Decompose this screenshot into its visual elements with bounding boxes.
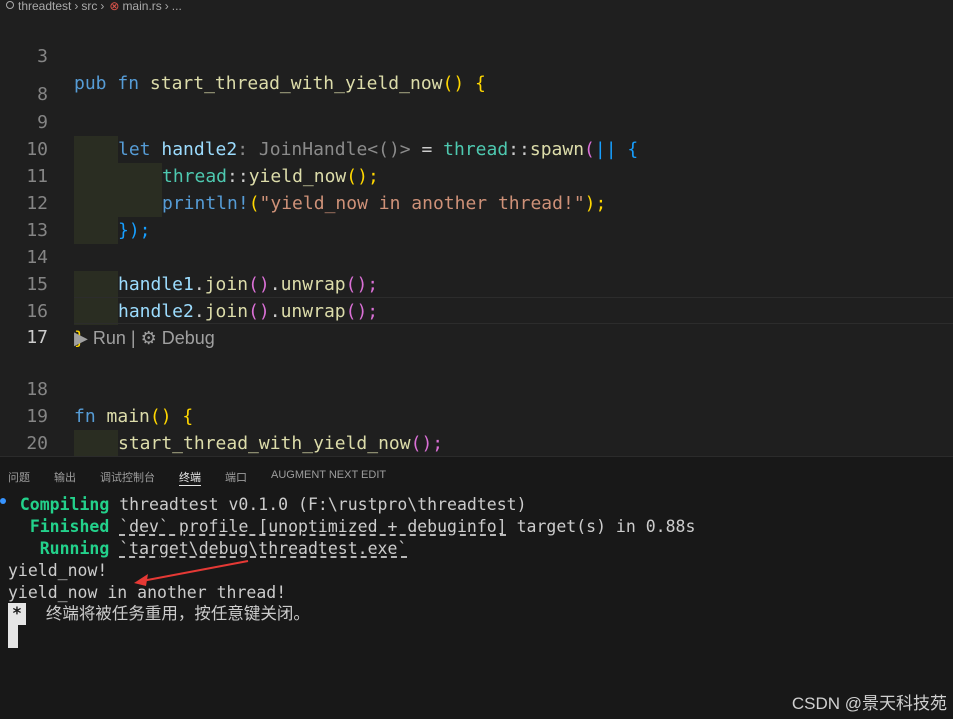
code-line-19: 19 start_thread_with_yield_now(); <box>0 376 953 456</box>
code-line-10: 10 thread::yield_now(); <box>0 109 953 190</box>
rust-file-icon: ⊗ <box>109 0 120 13</box>
code-line-16: 16 } <box>26 301 85 349</box>
play-icon: ▶ <box>74 328 88 348</box>
code-editor[interactable]: threadtest›src›⊗main.rs›... 7 .}); 3 pub… <box>0 0 953 456</box>
code-line-9: 9 let handle2: JoinHandle<()> = thread::… <box>0 82 953 163</box>
debug-codelens[interactable]: ⚙ Debug <box>141 328 215 348</box>
terminal-line-compiling: Compiling threadtest v0.1.0 (F:\rustpro\… <box>19 495 527 514</box>
task-reuse-badge: * <box>8 603 26 625</box>
terminal-line-finished: Finished `dev` profile [unoptimized + de… <box>29 517 696 536</box>
tab-terminal[interactable]: 终端 <box>179 469 201 486</box>
terminal-cursor <box>8 624 18 648</box>
terminal-output-line-2: yield_now in another thread! <box>8 583 287 602</box>
panel-tabs: 问题 输出 调试控制台 终端 端口 AUGMENT NEXT EDIT <box>0 457 953 493</box>
tab-debug-console[interactable]: 调试控制台 <box>100 469 155 485</box>
run-codelens[interactable]: ▶ Run <box>74 328 126 348</box>
terminal-output-line-1: yield_now! <box>8 561 108 580</box>
gear-icon: ⚙ <box>140 328 157 348</box>
code-line-18: 18 fn main() { <box>26 379 194 427</box>
code-line-13: 13 <box>26 220 48 241</box>
code-line-11: 11 println!("yield_now in another thread… <box>0 136 953 217</box>
breadcrumb-file[interactable]: main.rs <box>122 0 161 12</box>
tab-problems[interactable]: 问题 <box>8 469 30 485</box>
code-line-15: 15 handle2.join().unwrap(); <box>0 244 953 325</box>
code-line-8: 8 <box>37 84 48 105</box>
code-line-17[interactable]: 17 <box>0 297 953 348</box>
code-line-21: 21 <box>0 430 953 456</box>
chevron-right-icon: › <box>164 0 169 13</box>
code-line-20: 20 } <box>26 433 48 454</box>
terminal-line-running: Running `target\debug\threadtest.exe` <box>39 539 408 558</box>
tab-output[interactable]: 输出 <box>54 469 76 485</box>
terminal-reuse-line: * 终端将被任务重用，按任意键关闭。 <box>8 603 310 625</box>
breadcrumb-more[interactable]: ... <box>172 0 182 12</box>
breadcrumb-project[interactable]: threadtest <box>18 0 71 12</box>
tab-augment-next-edit[interactable]: AUGMENT NEXT EDIT <box>271 469 386 481</box>
chevron-right-icon: › <box>74 0 79 13</box>
terminal[interactable]: Compiling threadtest v0.1.0 (F:\rustpro\… <box>0 493 953 719</box>
codelens: ▶ Run | ⚙ Debug <box>74 328 215 348</box>
watermark: CSDN @景天科技苑 <box>791 694 947 713</box>
sticky-scroll-line-3[interactable]: 3 pub fn start_thread_with_yield_now() { <box>0 16 953 94</box>
project-icon <box>6 1 14 9</box>
breadcrumb: threadtest › src › ⊗ main.rs ›... <box>0 0 953 12</box>
chevron-right-icon: › <box>100 0 105 13</box>
breadcrumb-folder[interactable]: src <box>81 0 97 12</box>
code-line-12: 12 }); <box>0 163 953 244</box>
tab-ports[interactable]: 端口 <box>225 469 247 485</box>
code-line-14: 14 handle1.join().unwrap(); <box>0 217 953 298</box>
